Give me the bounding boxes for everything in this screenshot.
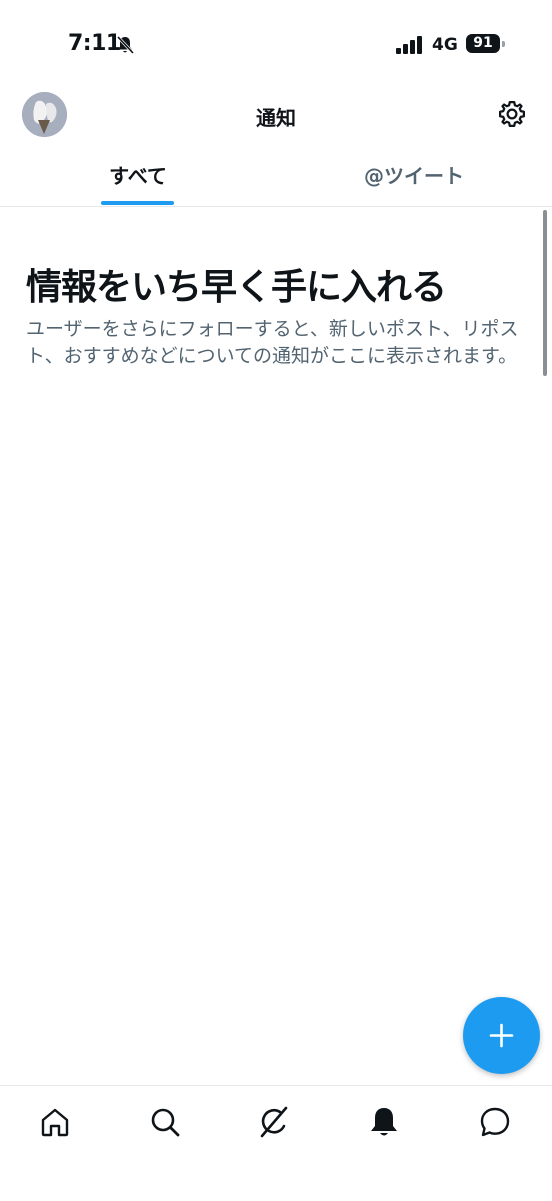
battery-icon: 91 xyxy=(466,34,500,53)
nav-grok[interactable] xyxy=(254,1102,294,1142)
battery-tip xyxy=(502,41,505,47)
nav-search[interactable] xyxy=(145,1102,185,1142)
compose-button[interactable] xyxy=(463,997,540,1074)
header: 通知 xyxy=(0,90,552,142)
empty-state-title: 情報をいち早く手に入れる xyxy=(26,267,447,308)
page-title: 通知 xyxy=(256,106,296,130)
grok-icon xyxy=(260,1106,288,1138)
tab-all[interactable]: すべて xyxy=(0,160,276,189)
home-icon xyxy=(41,1108,69,1137)
search-icon xyxy=(151,1108,180,1137)
bell-off-icon xyxy=(115,35,135,59)
nav-home[interactable] xyxy=(35,1102,75,1142)
status-time: 7:11 xyxy=(68,31,121,56)
tab-mentions[interactable]: @ツイート xyxy=(276,160,552,189)
message-icon xyxy=(480,1107,510,1137)
active-tab-indicator xyxy=(101,201,174,205)
nav-messages[interactable] xyxy=(475,1102,515,1142)
bottom-navigation xyxy=(0,1085,552,1201)
bell-icon xyxy=(371,1108,397,1136)
nav-notifications[interactable] xyxy=(364,1102,404,1142)
status-bar: 7:11 4G 91 xyxy=(0,0,552,90)
gear-icon[interactable] xyxy=(497,99,527,133)
tab-bar: すべて @ツイート xyxy=(0,150,552,207)
plus-icon xyxy=(489,1023,514,1048)
signal-icon xyxy=(396,36,424,58)
scrollbar[interactable] xyxy=(543,210,547,376)
network-type: 4G xyxy=(432,35,458,55)
empty-state-description: ユーザーをさらにフォローすると、新しいポスト、リポスト、おすすめなどについての通… xyxy=(26,318,519,367)
